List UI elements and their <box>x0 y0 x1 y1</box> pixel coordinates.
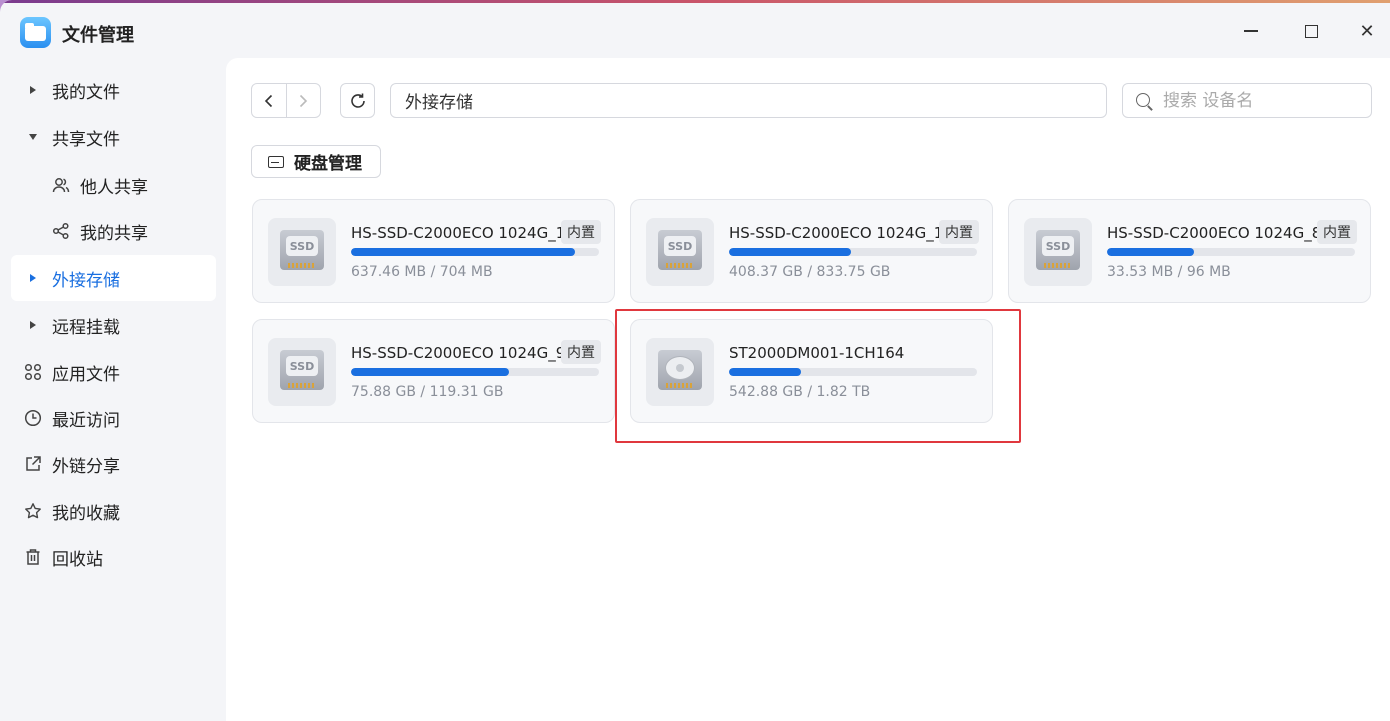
sidebar-item-recent[interactable]: 最近访问 <box>11 395 216 441</box>
sidebar-item-my-files[interactable]: 我的文件 <box>11 67 216 113</box>
clock-icon <box>23 408 43 428</box>
drive-card[interactable]: SSD HS-SSD-C2000ECO 1024G_8 内置 33.53 MB … <box>1008 199 1371 303</box>
sidebar-item-label: 最近访问 <box>52 410 120 431</box>
drive-badge: 内置 <box>939 220 979 244</box>
refresh-icon <box>350 93 365 108</box>
triangle-right-icon <box>23 80 43 100</box>
sidebar: 我的文件 共享文件 他人共享 我的共享 外接存储 远程挂载 应用文件 最近访问 … <box>0 64 226 721</box>
triangle-right-icon <box>23 315 43 335</box>
sidebar-item-remote-mount[interactable]: 远程挂载 <box>11 302 216 348</box>
star-icon <box>23 501 43 521</box>
path-bar[interactable]: 外接存储 <box>390 83 1107 118</box>
sidebar-item-label: 远程挂载 <box>52 317 120 338</box>
usage-bar <box>1107 248 1355 256</box>
hard-drive-icon <box>268 155 284 168</box>
sidebar-item-label: 外接存储 <box>52 270 120 291</box>
app-title: 文件管理 <box>62 25 134 46</box>
drive-size: 637.46 MB / 704 MB <box>351 264 493 280</box>
sidebar-item-label: 回收站 <box>52 549 103 570</box>
search-icon <box>1135 92 1153 110</box>
ssd-icon: SSD <box>268 338 336 406</box>
ssd-icon: SSD <box>646 218 714 286</box>
back-button[interactable] <box>252 84 286 117</box>
users-icon <box>51 175 71 195</box>
refresh-button[interactable] <box>340 83 375 118</box>
sidebar-item-external-storage[interactable]: 外接存储 <box>11 255 216 301</box>
drive-name: HS-SSD-C2000ECO 1024G_11 <box>729 224 953 242</box>
external-share-icon <box>23 454 43 474</box>
usage-bar <box>729 368 977 376</box>
drive-card[interactable]: SSD HS-SSD-C2000ECO 1024G_10 内置 637.46 M… <box>252 199 615 303</box>
drive-badge: 内置 <box>561 340 601 364</box>
triangle-right-icon <box>23 268 43 288</box>
sidebar-item-label: 共享文件 <box>52 129 120 150</box>
main-panel: 外接存储 硬盘管理 SSD HS-SSD-C2000ECO 1024G_10 内… <box>226 58 1390 721</box>
title-bar: 文件管理 ✕ <box>0 3 1390 58</box>
folder-app-icon <box>20 17 51 48</box>
drive-card[interactable]: SSD HS-SSD-C2000ECO 1024G_9 内置 75.88 GB … <box>252 319 615 423</box>
disk-management-button[interactable]: 硬盘管理 <box>251 145 381 178</box>
sidebar-item-link-share[interactable]: 外链分享 <box>11 441 216 487</box>
sidebar-item-shared-files[interactable]: 共享文件 <box>11 114 216 160</box>
drive-size: 33.53 MB / 96 MB <box>1107 264 1231 280</box>
minimize-icon <box>1244 30 1258 32</box>
search-input[interactable] <box>1163 90 1353 111</box>
drive-size: 75.88 GB / 119.31 GB <box>351 384 504 400</box>
maximize-button[interactable] <box>1288 13 1334 49</box>
usage-bar <box>351 248 599 256</box>
close-button[interactable]: ✕ <box>1344 13 1390 49</box>
maximize-icon <box>1304 24 1318 38</box>
close-icon: ✕ <box>1359 20 1375 42</box>
drive-badge: 内置 <box>1317 220 1357 244</box>
sidebar-item-label: 我的共享 <box>80 223 148 244</box>
sidebar-item-my-shares[interactable]: 我的共享 <box>11 208 216 254</box>
file-manager-window: 文件管理 ✕ 我的文件 共享文件 他人共享 我的共享 外接存储 远程挂载 应用文… <box>0 0 1390 721</box>
sidebar-item-label: 我的文件 <box>52 82 120 103</box>
usage-bar <box>351 368 599 376</box>
drive-size: 408.37 GB / 833.75 GB <box>729 264 891 280</box>
drive-card[interactable]: SSD HS-SSD-C2000ECO 1024G_11 内置 408.37 G… <box>630 199 993 303</box>
hdd-icon <box>646 338 714 406</box>
sidebar-item-label: 外链分享 <box>52 456 120 477</box>
sidebar-item-label: 应用文件 <box>52 364 120 385</box>
trash-icon <box>23 547 43 567</box>
sidebar-item-app-files[interactable]: 应用文件 <box>11 349 216 395</box>
ssd-icon: SSD <box>1024 218 1092 286</box>
drive-name: ST2000DM001-1CH164 <box>729 344 905 362</box>
apps-grid-icon <box>23 362 43 382</box>
history-nav <box>251 83 321 118</box>
drive-badge: 内置 <box>561 220 601 244</box>
disk-management-label: 硬盘管理 <box>294 154 362 174</box>
sidebar-item-label: 我的收藏 <box>52 503 120 524</box>
chevron-left-icon <box>264 94 272 107</box>
search-box[interactable] <box>1122 83 1372 118</box>
ssd-icon: SSD <box>268 218 336 286</box>
drive-size: 542.88 GB / 1.82 TB <box>729 384 871 400</box>
sidebar-item-favorites[interactable]: 我的收藏 <box>11 488 216 534</box>
drive-name: HS-SSD-C2000ECO 1024G_8 <box>1107 224 1322 242</box>
share-nodes-icon <box>51 221 71 241</box>
drive-card[interactable]: ST2000DM001-1CH164 542.88 GB / 1.82 TB <box>630 319 993 423</box>
triangle-down-icon <box>23 127 43 147</box>
drive-name: HS-SSD-C2000ECO 1024G_9 <box>351 344 566 362</box>
sidebar-item-others-shared[interactable]: 他人共享 <box>11 162 216 208</box>
minimize-button[interactable] <box>1228 13 1274 49</box>
forward-button[interactable] <box>286 84 320 117</box>
drive-name: HS-SSD-C2000ECO 1024G_10 <box>351 224 575 242</box>
sidebar-item-recycle-bin[interactable]: 回收站 <box>11 534 216 580</box>
sidebar-item-label: 他人共享 <box>80 177 148 198</box>
usage-bar <box>729 248 977 256</box>
chevron-right-icon <box>300 94 308 107</box>
